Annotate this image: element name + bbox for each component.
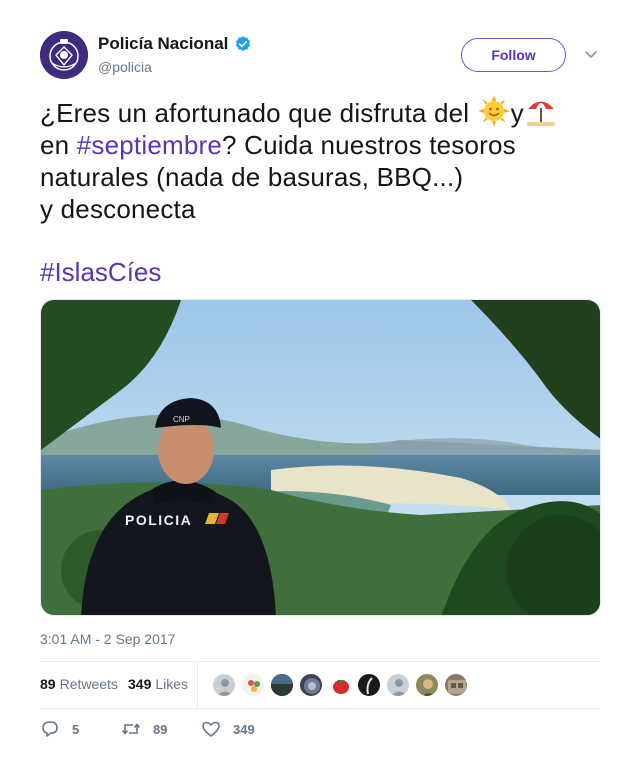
- heart-icon: [202, 721, 220, 737]
- tweet-text-segment: y: [510, 98, 524, 128]
- retweets-label: Retweets: [59, 676, 118, 692]
- tweet-text: ¿Eres un afortunado que disfruta del y e…: [40, 94, 600, 225]
- chevron-down-icon[interactable]: [584, 47, 598, 61]
- retweet-button[interactable]: 89: [121, 719, 167, 739]
- engagement-stats: 89 Retweets 349 Likes: [40, 662, 600, 708]
- avatar[interactable]: [212, 673, 236, 697]
- retweet-count: 89: [153, 721, 168, 737]
- beach-umbrella-icon: [524, 94, 558, 128]
- tweet-actions: 5 89 349: [40, 719, 600, 743]
- reply-icon: [42, 721, 58, 737]
- reply-count: 5: [72, 721, 80, 737]
- likes-stat[interactable]: 349 Likes: [128, 676, 188, 692]
- tweet-text-segment: ¿Eres un afortunado que disfruta del: [40, 98, 477, 128]
- cap-label: CNP: [173, 415, 190, 424]
- retweets-stat[interactable]: 89 Retweets: [40, 676, 118, 692]
- verified-badge-icon: [234, 35, 252, 53]
- account-handle[interactable]: @policia: [98, 59, 252, 75]
- account-name[interactable]: Policía Nacional: [98, 34, 228, 54]
- likes-count: 349: [128, 676, 152, 692]
- stats-separator: [197, 662, 198, 708]
- avatar[interactable]: [386, 673, 410, 697]
- tweet-header: Policía Nacional @policia Follow: [40, 31, 600, 81]
- tweet-text-segment: en: [40, 130, 77, 160]
- avatar[interactable]: [444, 673, 468, 697]
- liker-avatars: [212, 673, 473, 697]
- tweet-text-segment: y desconecta: [40, 194, 196, 224]
- likes-label: Likes: [155, 676, 189, 692]
- avatar[interactable]: [328, 673, 352, 697]
- reply-button[interactable]: 5: [40, 719, 79, 739]
- like-button[interactable]: 349: [201, 719, 255, 739]
- tweet-timestamp[interactable]: 3:01 AM - 2 Sep 2017: [40, 631, 175, 647]
- hashtag-link[interactable]: #IslasCíes: [40, 256, 161, 288]
- avatar[interactable]: [241, 673, 265, 697]
- tweet-photo[interactable]: CNP POLICIA: [40, 299, 601, 616]
- tweet-text-segment: naturales (nada de basuras, BBQ...): [40, 162, 464, 192]
- retweet-icon: [121, 723, 141, 735]
- avatar[interactable]: [415, 673, 439, 697]
- avatar[interactable]: [357, 673, 381, 697]
- divider: [40, 708, 600, 709]
- hashtag-link[interactable]: #septiembre: [77, 130, 222, 160]
- follow-button[interactable]: Follow: [461, 38, 566, 72]
- uniform-label: POLICIA: [125, 512, 192, 528]
- avatar[interactable]: [270, 673, 294, 697]
- sun-with-face-icon: [477, 94, 511, 128]
- avatar[interactable]: [40, 31, 88, 79]
- tweet-text-segment: ? Cuida nuestros tesoros: [222, 130, 516, 160]
- like-count: 349: [233, 721, 255, 737]
- avatar[interactable]: [299, 673, 323, 697]
- retweets-count: 89: [40, 676, 56, 692]
